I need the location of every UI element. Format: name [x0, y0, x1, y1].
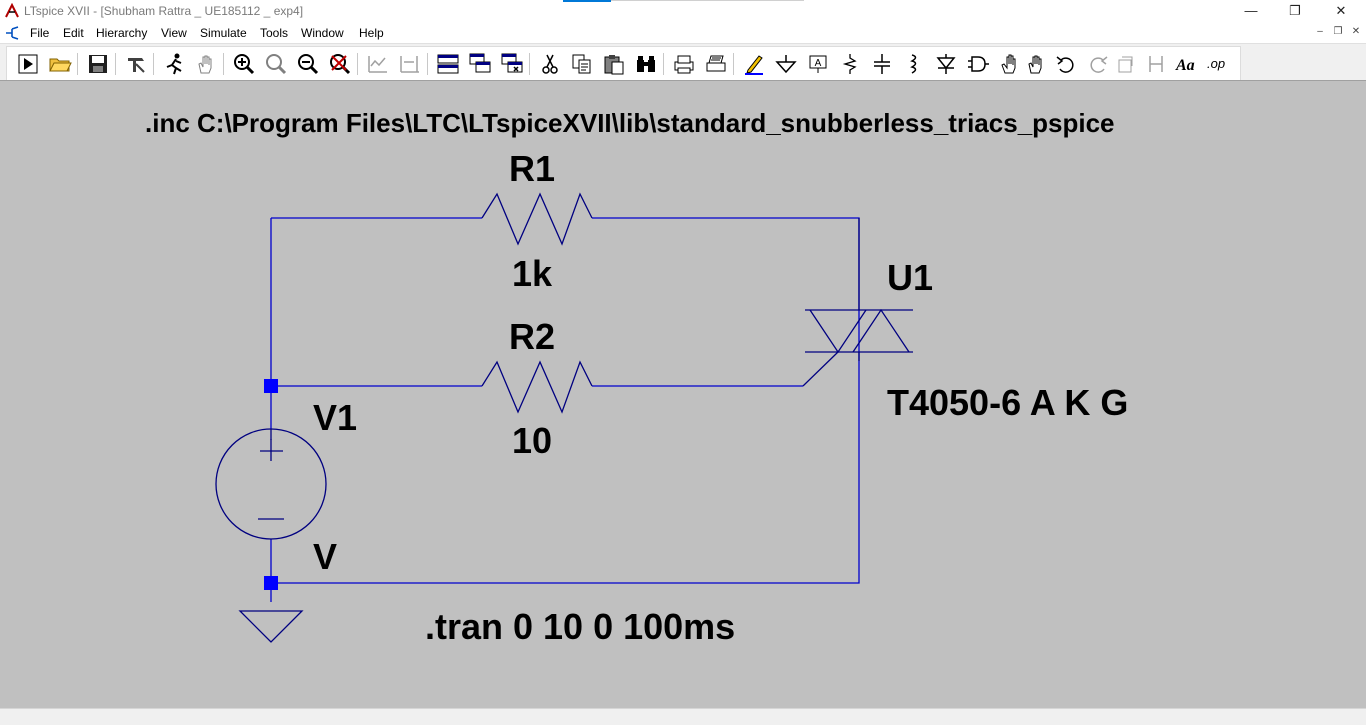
toolbar-separator — [663, 53, 664, 75]
zoom-in-icon[interactable] — [232, 52, 256, 76]
triac-u1[interactable] — [802, 218, 913, 387]
v1-value-label[interactable]: V — [313, 536, 337, 578]
r2-name-label[interactable]: R2 — [509, 316, 555, 358]
schematic-canvas[interactable]: .inc C:\Program Files\LTC\LTspiceXVII\li… — [0, 80, 1366, 709]
zoom-back-icon[interactable] — [328, 52, 352, 76]
draw-wire-pencil-icon[interactable] — [742, 52, 766, 76]
menu-file[interactable]: File — [30, 26, 49, 40]
wire-junction[interactable] — [264, 379, 278, 393]
halt-running-man-icon[interactable] — [162, 52, 186, 76]
svg-text:Aa: Aa — [1175, 57, 1195, 74]
autorange-x-icon[interactable] — [398, 52, 422, 76]
wire[interactable] — [271, 217, 860, 584]
toolbar-separator — [357, 53, 358, 75]
title-bar: LTspice XVII - [Shubham Rattra _ UE18511… — [0, 0, 1366, 23]
cascade-windows-icon[interactable] — [468, 52, 492, 76]
ground-symbol[interactable] — [238, 610, 304, 643]
close-button[interactable]: ✕ — [1318, 0, 1364, 22]
copy-icon[interactable] — [570, 52, 594, 76]
ground-symbol-icon[interactable] — [774, 52, 798, 76]
text-aa-icon[interactable]: Aa — [1174, 52, 1198, 76]
move-hand-icon[interactable] — [998, 52, 1022, 76]
pan-hand-icon[interactable] — [194, 52, 218, 76]
label-net-icon[interactable]: A — [806, 52, 830, 76]
voltage-source-v1[interactable] — [215, 428, 327, 540]
title-divider-line — [611, 0, 804, 1]
u1-name-label[interactable]: U1 — [887, 257, 933, 299]
toolbar-separator — [223, 53, 224, 75]
menu-hierarchy[interactable]: Hierarchy — [96, 26, 147, 40]
menu-tools[interactable]: Tools — [260, 26, 288, 40]
r2-value-label[interactable]: 10 — [512, 420, 552, 462]
toolbar-separator — [733, 53, 734, 75]
tran-directive[interactable]: .tran 0 10 0 100ms — [425, 606, 735, 648]
schematic-doc-icon[interactable] — [4, 25, 20, 41]
open-folder-icon[interactable] — [48, 52, 72, 76]
v1-name-label[interactable]: V1 — [313, 397, 357, 439]
menu-bar: File Edit Hierarchy View Simulate Tools … — [0, 23, 1366, 43]
mirror-icon[interactable] — [1144, 52, 1168, 76]
mdi-minimize-icon[interactable]: – — [1312, 24, 1328, 40]
r1-name-label[interactable]: R1 — [509, 148, 555, 190]
status-bar — [0, 708, 1366, 725]
zoom-fit-icon[interactable] — [264, 52, 288, 76]
mdi-close-icon[interactable]: ✕ — [1348, 24, 1364, 40]
cut-scissors-icon[interactable] — [538, 52, 562, 76]
drag-hand-icon[interactable] — [1024, 52, 1048, 76]
mdi-restore-icon[interactable]: ❐ — [1330, 24, 1346, 40]
include-directive[interactable]: .inc C:\Program Files\LTC\LTspiceXVII\li… — [145, 108, 1115, 139]
rotate-icon[interactable] — [1114, 52, 1138, 76]
tile-horizontal-icon[interactable] — [436, 52, 460, 76]
minimize-button[interactable]: — — [1228, 0, 1274, 22]
print-icon[interactable] — [672, 52, 696, 76]
wire-junction[interactable] — [264, 576, 278, 590]
restore-button[interactable]: ❐ — [1272, 0, 1318, 22]
print-setup-icon[interactable] — [704, 52, 728, 76]
redo-icon[interactable] — [1086, 52, 1110, 76]
close-windows-icon[interactable] — [500, 52, 524, 76]
run-icon[interactable] — [16, 52, 40, 76]
toolbar-separator — [529, 53, 530, 75]
toolbar: A Aa .op — [0, 43, 1366, 81]
menu-edit[interactable]: Edit — [63, 26, 84, 40]
menu-simulate[interactable]: Simulate — [200, 26, 247, 40]
capacitor-icon[interactable] — [870, 52, 894, 76]
component-gate-icon[interactable] — [966, 52, 990, 76]
toolbar-panel: A Aa .op — [6, 46, 1241, 81]
toolbar-separator — [77, 53, 78, 75]
spice-directive-op-icon[interactable]: .op — [1206, 52, 1230, 76]
menu-view[interactable]: View — [161, 26, 187, 40]
toolbar-separator — [427, 53, 428, 75]
diode-icon[interactable] — [934, 52, 958, 76]
paste-clipboard-icon[interactable] — [602, 52, 626, 76]
svg-text:.op: .op — [1207, 56, 1225, 71]
find-binoculars-icon[interactable] — [634, 52, 658, 76]
title-accent-line — [563, 0, 611, 2]
zoom-out-icon[interactable] — [296, 52, 320, 76]
window-title: LTspice XVII - [Shubham Rattra _ UE18511… — [24, 4, 304, 18]
ltspice-app-icon — [5, 3, 19, 18]
u1-value-label[interactable]: T4050-6 A K G — [887, 382, 1128, 424]
r1-value-label[interactable]: 1k — [512, 253, 552, 295]
inductor-icon[interactable] — [902, 52, 926, 76]
toolbar-separator — [115, 53, 116, 75]
svg-text:A: A — [815, 58, 822, 69]
undo-icon[interactable] — [1054, 52, 1078, 76]
resistor-icon[interactable] — [838, 52, 862, 76]
menu-window[interactable]: Window — [301, 26, 344, 40]
control-panel-hammer-icon[interactable] — [124, 52, 148, 76]
toolbar-separator — [153, 53, 154, 75]
autorange-y-icon[interactable] — [366, 52, 390, 76]
resistor-r1[interactable] — [481, 192, 593, 246]
menu-help[interactable]: Help — [359, 26, 384, 40]
save-icon[interactable] — [86, 52, 110, 76]
resistor-r2[interactable] — [481, 360, 593, 414]
